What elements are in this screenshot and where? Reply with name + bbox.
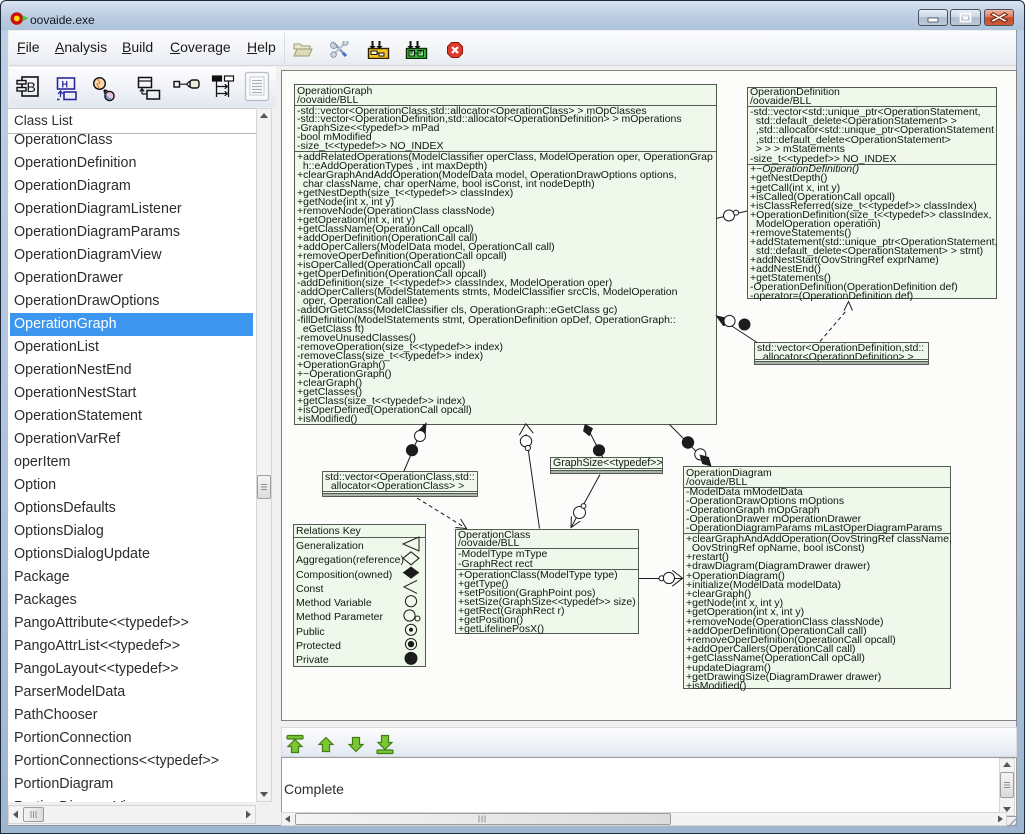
- svg-text:B: B: [27, 79, 36, 95]
- svg-text:H: H: [62, 80, 69, 90]
